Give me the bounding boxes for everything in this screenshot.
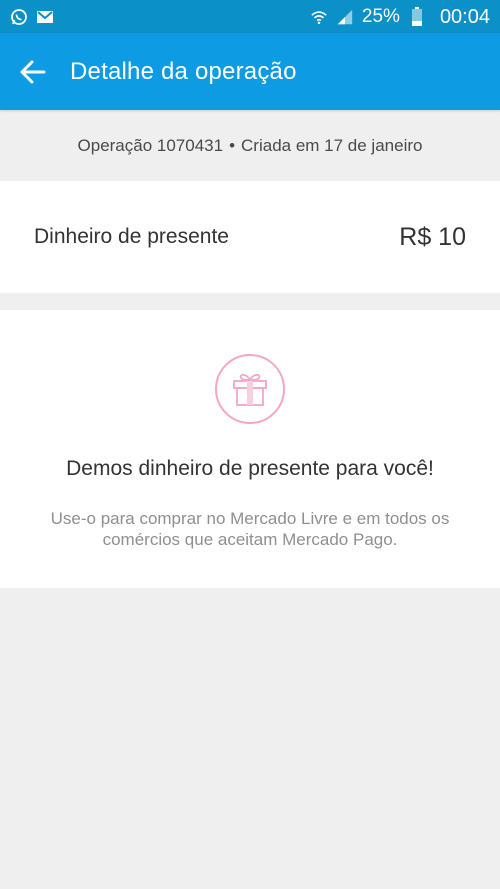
gift-description: Use-o para comprar no Mercado Livre e em… [50,509,450,549]
arrow-back-icon [20,60,46,83]
battery-icon [408,6,426,26]
amount-row: Dinheiro de presente R$ 10 [0,181,500,293]
status-right: 25% 00:04 [310,5,490,28]
operation-info: Operação 1070431 • Criada em 17 de janei… [0,110,500,181]
status-bar: 25% 00:04 [0,0,500,33]
signal-icon [336,8,354,26]
back-button[interactable] [2,33,64,110]
gift-icon [215,354,285,424]
clock: 00:04 [439,5,490,28]
amount-value: R$ 10 [399,222,466,251]
status-left [10,8,54,26]
amount-label: Dinheiro de presente [34,225,229,248]
battery-percent: 25% [361,5,400,27]
operation-created-date: Criada em 17 de janeiro [241,135,423,155]
gmail-icon [36,8,54,26]
app-bar: Detalhe da operação [0,33,500,110]
gift-card: Demos dinheiro de presente para você! Us… [0,310,500,588]
page-title: Detalhe da operação [70,57,297,85]
gift-title: Demos dinheiro de presente para você! [66,457,434,480]
operation-separator: • [229,135,236,155]
operation-number: Operação 1070431 [77,135,224,155]
whatsapp-icon [10,8,28,26]
wifi-icon [310,8,328,26]
